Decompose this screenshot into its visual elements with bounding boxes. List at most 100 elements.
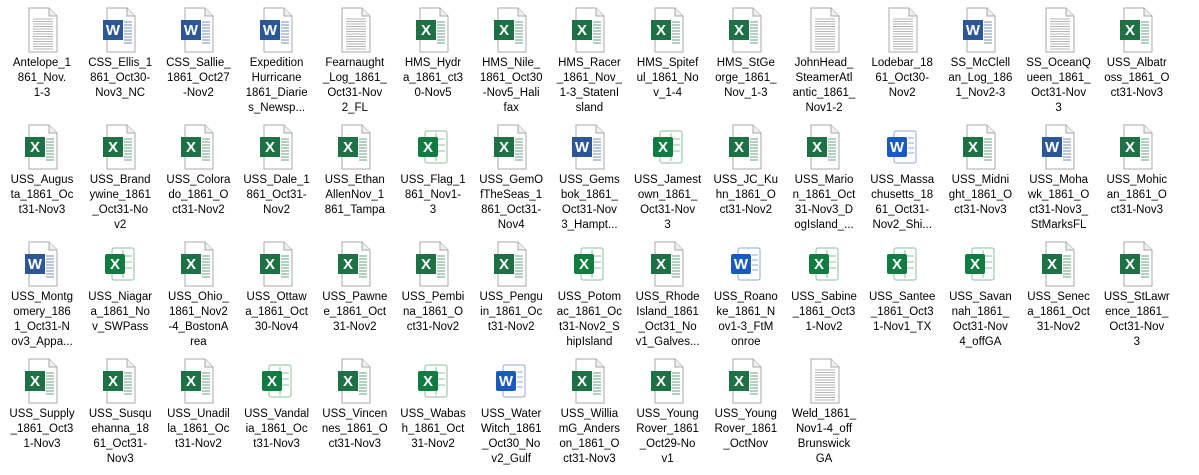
file-item[interactable]: W USS_Gems bok_1861_ Oct31-Nov 3_Hampt... [550, 121, 628, 237]
file-item[interactable]: X USS_Wabas h_1861_Oct 31-Nov2 [394, 355, 472, 471]
file-item[interactable]: X HMS_Spitef ul_1861_No v_1-4 [629, 4, 707, 120]
file-name-line: Oct31-Nov [1109, 321, 1165, 333]
file-item[interactable]: X USS_Brand ywine_1861 _Oct31-No v2 [81, 121, 159, 237]
file-item[interactable]: X USS_Mario n_1861_Oct 31-Nov3_D ogIsland_..… [785, 121, 863, 237]
file-name-line: ta_1861_Oc [10, 189, 74, 201]
file-item[interactable]: X USS_Vandal ia_1861_Oc t31-Nov3 [238, 355, 316, 471]
file-name-line: 30-Nov4 [254, 321, 299, 333]
file-name-line: v2_Gulf [491, 453, 531, 465]
file-name-line: USS_Massa [870, 174, 935, 186]
file-item[interactable]: Antelope_1 861_Nov. 1-3 [3, 4, 81, 120]
file-name-line: Nov2 [263, 204, 291, 216]
file-item[interactable]: X USS_Vincen nes_1861_O ct31-Nov3 [316, 355, 394, 471]
file-item[interactable]: W USS_Roano ke_1861_N ov1-3_FtM onroe [707, 238, 785, 354]
file-name-label: USS_Flag_1 861_Nov1- 3 [394, 173, 472, 218]
file-item[interactable]: X USS_Pawne e_1861_Oct 31-Nov2 [316, 238, 394, 354]
file-name-line: 1_Oct31-N [14, 321, 70, 333]
file-item[interactable]: X USS_Ottaw a_1861_Oct 30-Nov4 [238, 238, 316, 354]
file-item[interactable]: X USS_Niagar a_1861_No v_SWPass [81, 238, 159, 354]
file-item[interactable]: X USS_Savan nah_1861_ Oct31-Nov 4_offGA [941, 238, 1019, 354]
svg-text:X: X [421, 22, 431, 39]
file-item[interactable]: X USS_Jamest own_1861_ Oct31-Nov 3 [629, 121, 707, 237]
file-name-line: ogIsland_... [794, 219, 854, 231]
file-name-label: USS_Niagar a_1861_No v_SWPass [81, 290, 159, 335]
file-item[interactable]: JohnHead_ SteamerAtl antic_1861_ Nov1-2 [785, 4, 863, 120]
file-item[interactable]: Fearnaught _Log_1861_ Oct31-Nov 2_FL [316, 4, 394, 120]
file-item[interactable]: X USS_Ohio_ 1861_Nov2 -4_BostonA rea [159, 238, 237, 354]
file-item[interactable]: X USS_Supply _1861_Oct3 1-Nov3 [3, 355, 81, 471]
file-item[interactable]: W USS_Montg omery_186 1_Oct31-N ov3_Appa... [3, 238, 81, 354]
file-name-line: ueen_1861_ [1026, 72, 1091, 84]
file-item[interactable]: X USS_Unadil la_1861_Oc t31-Nov2 [159, 355, 237, 471]
file-item[interactable]: X USS_Pembi na_1861_O ct31-Nov2 [394, 238, 472, 354]
file-name-line: USS_Vincen [322, 408, 388, 420]
file-item[interactable]: W USS_Moha wk_1861_O ct31-Nov3_ StMarksFL [1020, 121, 1098, 237]
file-item[interactable]: X USS_Midni ght_1861_O ct31-Nov3 [941, 121, 1019, 237]
file-item[interactable]: X USS_GemO fTheSeas_1 861_Oct31- Nov4 [472, 121, 550, 237]
file-item[interactable]: X USS_Young Rover_1861 _Oct29-No v1 [629, 355, 707, 471]
file-item[interactable]: X USS_Augus ta_1861_Oc t31-Nov3 [3, 121, 81, 237]
file-item[interactable]: SS_OceanQ ueen_1861_ Oct31-Nov 3 [1020, 4, 1098, 120]
svg-text:X: X [499, 22, 509, 39]
svg-text:X: X [108, 373, 118, 390]
file-item[interactable]: Weld_1861_ Nov1-4_off Brunswick GA [785, 355, 863, 471]
file-name-label: USS_Young Rover_1861 _Oct29-No v1 [629, 407, 707, 467]
file-name-label: USS_Willia mG_Anders on_1861_O ct31-Nov3 [550, 407, 628, 467]
file-item[interactable]: Lodebar_18 61_Oct30- Nov2 [863, 4, 941, 120]
file-name-line: v2 [114, 219, 127, 231]
file-name-line: USS_Willia [560, 408, 619, 420]
file-item[interactable]: X USS_JC_Ku hn_1861_O ct31-Nov2 [707, 121, 785, 237]
file-item[interactable]: W Expedition Hurricane 1861_Diarie s_Newsp..… [238, 4, 316, 120]
file-name-line: in_1861_Oc [480, 306, 543, 318]
svg-text:X: X [734, 373, 744, 390]
file-item[interactable]: X USS_StLawr ence_1861_ Oct31-Nov 3 [1098, 238, 1176, 354]
file-name-line: Fearnaught [325, 57, 385, 69]
file-name-line: USS_Young [714, 408, 777, 420]
file-name-label: USS_Wabas h_1861_Oct 31-Nov2 [394, 407, 472, 452]
file-item[interactable]: X HMS_StGe orge_1861_ Nov_1-3 [707, 4, 785, 120]
file-name-line: rea [190, 336, 207, 348]
file-item[interactable]: X USS_Flag_1 861_Nov1- 3 [394, 121, 472, 237]
file-item[interactable]: W USS_Massa chusetts_18 61_Oct31- Nov2_Shi..… [863, 121, 941, 237]
file-item[interactable]: X HMS_Nile_ 1861_Oct30 -Nov5_Hali fax [472, 4, 550, 120]
svg-text:X: X [423, 373, 433, 390]
file-item[interactable]: X USS_Sabine _1861_Oct3 1-Nov2 [785, 238, 863, 354]
file-item[interactable]: X USS_Santee _1861_Oct3 1-Nov1_TX [863, 238, 941, 354]
file-item[interactable]: W CSS_Ellis_1 861_Oct30- Nov3_NC [81, 4, 159, 120]
excel-spreadsheet-icon: X [257, 357, 297, 405]
file-item[interactable]: X USS_Dale_1 861_Oct31- Nov2 [238, 121, 316, 237]
file-name-line: on_1861_O [559, 438, 620, 450]
file-name-label: CSS_Ellis_1 861_Oct30- Nov3_NC [81, 56, 159, 101]
file-item[interactable]: X HMS_Hydr a_1861_ct3 0-Nov5 [394, 4, 472, 120]
file-item[interactable]: X USS_Senec a_1861_Oct 31-Nov2 [1020, 238, 1098, 354]
file-name-line: Nov1-4_off [795, 423, 853, 435]
file-item[interactable]: X USS_Potom ac_1861_Oc t31-Nov2_S hipIsland [550, 238, 628, 354]
file-item[interactable]: W CSS_Sallie_ 1861_Oct27 -Nov2 [159, 4, 237, 120]
file-name-line: 2_FL [341, 102, 368, 114]
file-item[interactable]: X USS_Colora do_1861_O ct31-Nov2 [159, 121, 237, 237]
file-name-line: USS_Supply [9, 408, 75, 420]
file-item[interactable]: X USS_Albatr oss_1861_O ct31-Nov3 [1098, 4, 1176, 120]
file-item[interactable]: X USS_Rhode Island_1861 _Oct31_No v1_Galves.… [629, 238, 707, 354]
file-item[interactable]: X USS_Pengu in_1861_Oc t31-Nov2 [472, 238, 550, 354]
file-item[interactable]: X USS_Mohic an_1861_O ct31-Nov3 [1098, 121, 1176, 237]
file-item[interactable]: X HMS_Racer _1861_Nov_ 1-3_StatenI sland [550, 4, 628, 120]
file-name-label: USS_Mario n_1861_Oct 31-Nov3_D ogIsland_... [785, 173, 863, 233]
file-name-line: ct31-Nov3_ [1029, 204, 1088, 216]
file-name-line: 1861_Nov2 [168, 306, 228, 318]
svg-text:W: W [106, 22, 121, 39]
excel-spreadsheet-icon: X [882, 240, 922, 288]
word-document-icon: W [257, 6, 297, 54]
file-item[interactable]: W USS_Water Witch_1861 _Oct30_No v2_Gulf [472, 355, 550, 471]
file-name-line: h_1861_Oct [401, 423, 465, 435]
file-item[interactable]: X USS_Susqu ehanna_18 61_Oct31- Nov3 [81, 355, 159, 471]
file-item[interactable]: X USS_Young Rover_1861 _OctNov [707, 355, 785, 471]
svg-text:X: X [267, 373, 277, 390]
file-item[interactable]: W SS_McClell an_Log_186 1_Nov2-3 [941, 4, 1019, 120]
file-name-line: hn_1861_O [715, 189, 776, 201]
file-name-line: Oct31-Nov [952, 321, 1008, 333]
file-name-line: USS_Gems [559, 174, 620, 186]
file-item[interactable]: X USS_Willia mG_Anders on_1861_O ct31-Nov3 [550, 355, 628, 471]
file-name-label: USS_Susqu ehanna_18 61_Oct31- Nov3 [81, 407, 159, 467]
file-item[interactable]: X USS_Ethan AllenNov_1 861_Tampa [316, 121, 394, 237]
